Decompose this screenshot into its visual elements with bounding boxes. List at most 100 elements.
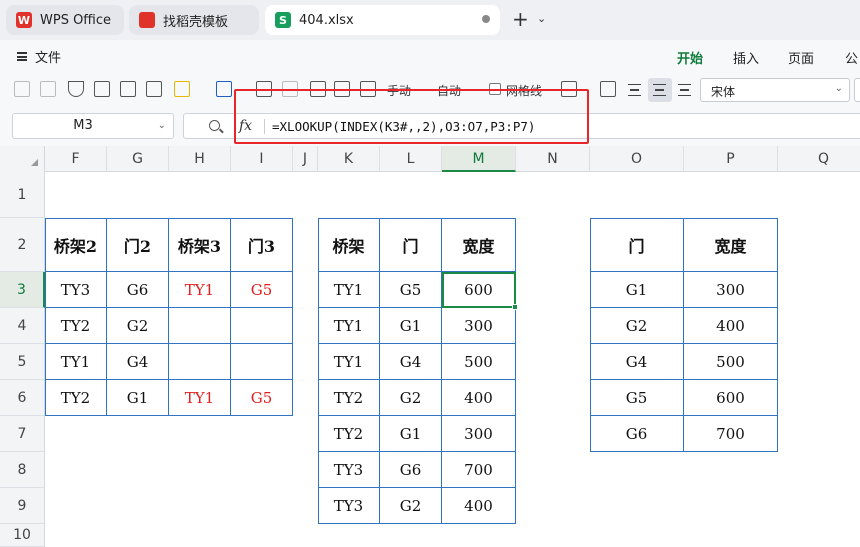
select-all-corner[interactable]: [0, 146, 45, 172]
table2-cell[interactable]: G1: [380, 308, 442, 344]
table2-header-cell[interactable]: 门: [380, 218, 442, 272]
row-header-2[interactable]: 2: [0, 218, 45, 272]
table2-cell[interactable]: TY2: [318, 416, 380, 452]
ribbon-tab-formula[interactable]: 公: [845, 48, 858, 67]
table1-header-cell[interactable]: 桥架3: [169, 218, 231, 272]
row-header-7[interactable]: 7: [0, 416, 45, 452]
sort-descending-icon[interactable]: [120, 81, 136, 97]
table2-cell[interactable]: G5: [380, 272, 442, 308]
table3-cell[interactable]: G4: [590, 344, 684, 380]
table1-cell[interactable]: G1: [107, 380, 169, 416]
table1-cell[interactable]: TY2: [45, 308, 107, 344]
column-header-j[interactable]: J: [293, 146, 318, 172]
name-box[interactable]: M3 ⌄: [12, 113, 174, 139]
table1-header-cell[interactable]: 门2: [107, 218, 169, 272]
table2-cell[interactable]: TY3: [318, 488, 380, 524]
ribbon-tab-page[interactable]: 页面: [788, 48, 814, 67]
table3-cell[interactable]: 500: [684, 344, 778, 380]
column-header-i[interactable]: I: [231, 146, 293, 172]
table2-cell[interactable]: TY1: [318, 272, 380, 308]
table3-cell[interactable]: 600: [684, 380, 778, 416]
table3-cell[interactable]: G2: [590, 308, 684, 344]
table1-cell[interactable]: G2: [107, 308, 169, 344]
clear-format-icon[interactable]: [600, 81, 616, 97]
filter-icon[interactable]: [68, 81, 84, 97]
table1-header-cell[interactable]: 门3: [231, 218, 293, 272]
new-tab-button[interactable]: +: [512, 9, 529, 29]
table2-cell[interactable]: G4: [380, 344, 442, 380]
table3-cell[interactable]: G6: [590, 416, 684, 452]
table2-cell[interactable]: TY2: [318, 380, 380, 416]
tab-template[interactable]: 找稻壳模板: [129, 5, 259, 35]
fill-color-icon[interactable]: [174, 81, 190, 97]
table2-cell[interactable]: 400: [442, 380, 516, 416]
table1-cell[interactable]: [169, 344, 231, 380]
file-menu-button[interactable]: 文件: [17, 47, 61, 66]
sort-ascending-icon[interactable]: [94, 81, 110, 97]
table2-cell[interactable]: 400: [442, 488, 516, 524]
align-center-button[interactable]: [648, 78, 672, 102]
row-header-1[interactable]: 1: [0, 172, 45, 218]
column-header-l[interactable]: L: [380, 146, 442, 172]
close-tab-icon[interactable]: [482, 15, 490, 23]
align-left-button[interactable]: [623, 78, 647, 102]
chevron-down-icon[interactable]: ⌄: [537, 12, 546, 25]
table1-cell[interactable]: TY2: [45, 380, 107, 416]
table2-cell[interactable]: 700: [442, 452, 516, 488]
spreadsheet-grid[interactable]: FGHIJKLMNOPQ 1 2 3 4 5 6 7 8 9 10 桥架2 门2 桥架3 门3 TY3 G6 T…: [0, 146, 860, 547]
table2-cell[interactable]: G1: [380, 416, 442, 452]
table1-cell[interactable]: G5: [231, 380, 293, 416]
table2-header-cell[interactable]: 宽度: [442, 218, 516, 272]
row-header-5[interactable]: 5: [0, 344, 45, 380]
row-header-3[interactable]: 3: [0, 272, 45, 308]
table2-cell[interactable]: 300: [442, 416, 516, 452]
column-header-p[interactable]: P: [684, 146, 778, 172]
zoom-icon[interactable]: [209, 120, 220, 131]
table1-cell[interactable]: G6: [107, 272, 169, 308]
table3-header-cell[interactable]: 门: [590, 218, 684, 272]
column-header-o[interactable]: O: [590, 146, 684, 172]
fill-handle[interactable]: [512, 304, 518, 310]
table1-cell[interactable]: [169, 308, 231, 344]
table2-header-cell[interactable]: 桥架: [318, 218, 380, 272]
table2-cell[interactable]: G2: [380, 380, 442, 416]
table3-cell[interactable]: 300: [684, 272, 778, 308]
tab-wps-office[interactable]: W WPS Office: [6, 5, 124, 35]
table3-cell[interactable]: 700: [684, 416, 778, 452]
table1-cell[interactable]: [231, 344, 293, 380]
column-header-f[interactable]: F: [45, 146, 107, 172]
table3-cell[interactable]: G1: [590, 272, 684, 308]
column-header-n[interactable]: N: [516, 146, 590, 172]
table1-header-cell[interactable]: 桥架2: [45, 218, 107, 272]
border-icon[interactable]: [146, 81, 162, 97]
tab-file[interactable]: S 404.xlsx: [265, 5, 500, 35]
table3-header-cell[interactable]: 宽度: [684, 218, 778, 272]
table1-cell[interactable]: TY1: [45, 344, 107, 380]
column-header-q[interactable]: Q: [778, 146, 860, 172]
align-right-button[interactable]: [673, 78, 697, 102]
table2-cell[interactable]: 600: [442, 272, 516, 308]
table1-cell[interactable]: [231, 308, 293, 344]
column-header-k[interactable]: K: [318, 146, 380, 172]
table2-cell[interactable]: TY1: [318, 308, 380, 344]
table1-cell[interactable]: TY1: [169, 380, 231, 416]
row-header-6[interactable]: 6: [0, 380, 45, 416]
table1-cell[interactable]: G4: [107, 344, 169, 380]
table1-cell[interactable]: TY3: [45, 272, 107, 308]
table2-cell[interactable]: 500: [442, 344, 516, 380]
ribbon-tab-home[interactable]: 开始: [677, 48, 703, 75]
column-header-m[interactable]: M: [442, 146, 516, 172]
table2-cell[interactable]: TY1: [318, 344, 380, 380]
table1-cell[interactable]: TY1: [169, 272, 231, 308]
table2-cell[interactable]: TY3: [318, 452, 380, 488]
table3-cell[interactable]: G5: [590, 380, 684, 416]
number-format-icon[interactable]: [14, 81, 30, 97]
table2-cell[interactable]: 300: [442, 308, 516, 344]
column-header-h[interactable]: H: [169, 146, 231, 172]
table2-cell[interactable]: G6: [380, 452, 442, 488]
table2-cell[interactable]: G2: [380, 488, 442, 524]
font-color-icon[interactable]: [216, 81, 232, 97]
row-header-4[interactable]: 4: [0, 308, 45, 344]
font-family-select[interactable]: 宋体 ⌄: [700, 78, 850, 102]
row-header-9[interactable]: 9: [0, 488, 45, 524]
